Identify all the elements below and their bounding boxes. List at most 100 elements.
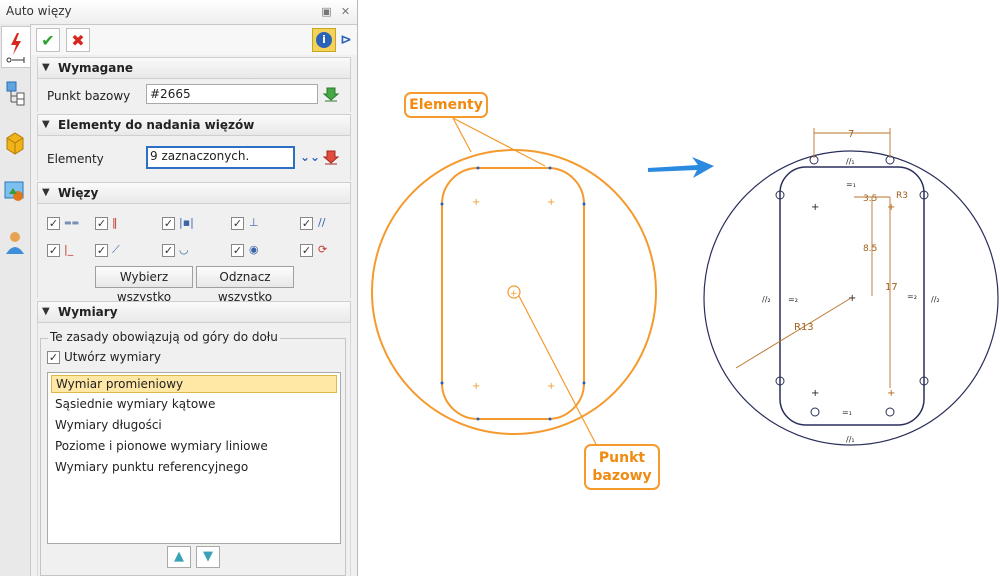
svg-text:+: + [472, 197, 480, 208]
sketch-illustration: + + + + + + + + + + 7 3.5 R3 8.5 17 R13 … [371, 117, 999, 449]
constraint-checkbox[interactable]: ✓ [95, 244, 108, 257]
base-point-callout-line1: Punkt [598, 450, 646, 466]
section-required-header[interactable]: ▼ Wymagane [37, 57, 351, 79]
svg-text:+: + [811, 202, 819, 213]
tree-structure-icon [6, 81, 25, 106]
dimension-rules-list: Wymiar promieniowy Sąsiednie wymiary kąt… [47, 372, 341, 544]
collapse-triangle-icon: ▼ [42, 119, 50, 130]
parallel-constraint-icon: // [318, 216, 326, 229]
svg-text:+: + [848, 293, 856, 304]
svg-text:+: + [811, 388, 819, 399]
section-entities-label: Elementy do nadania więzów [58, 118, 255, 132]
info-button[interactable]: i [312, 28, 336, 52]
constraint-checkbox[interactable]: ✓ [162, 244, 175, 257]
constraint-checkbox[interactable]: ✓ [231, 217, 244, 230]
create-dimensions-checkbox[interactable]: ✓ [47, 351, 60, 364]
horizontal-constraint-icon: |▪| [179, 216, 194, 229]
expand-chevron-icon[interactable]: ⌄⌄ [300, 150, 320, 164]
ok-button[interactable]: ✔ [36, 28, 60, 52]
tab-part[interactable] [1, 124, 29, 164]
select-all-button[interactable]: Wybierz wszystko [95, 266, 193, 304]
move-down-button[interactable]: ▼ [196, 546, 220, 568]
base-point-field[interactable]: #2665 [146, 84, 318, 104]
base-point-label: Punkt bazowy [47, 89, 131, 103]
rules-group-label: Te zasady obowiązują od góry do dołu [48, 330, 280, 344]
svg-text:+: + [510, 289, 518, 299]
dim-corner-radius-label: R3 [896, 191, 908, 201]
dim-half-height-label: 8.5 [863, 244, 877, 254]
panel-toolbar: ✔ ✖ i ⊳ [31, 25, 357, 55]
collapse-triangle-icon: ▼ [42, 62, 50, 73]
result-markers: + + + + + [811, 202, 895, 399]
coincident-constraint-icon: ‖ [112, 216, 118, 229]
dim-width-label: 7 [848, 129, 854, 140]
constraint-checkbox[interactable]: ✓ [47, 244, 60, 257]
close-icon[interactable]: ✕ [340, 6, 351, 17]
pick-base-point-icon[interactable] [322, 85, 340, 107]
collinear-constraint-icon: ⟋ [112, 243, 120, 256]
entities-label: Elementy [47, 152, 104, 166]
svg-text:+: + [887, 388, 895, 399]
cancel-button[interactable]: ✖ [66, 28, 90, 52]
svg-text:+: + [472, 381, 480, 392]
perpendicular-constraint-icon: ⊥ [249, 216, 259, 229]
transform-arrow-icon [648, 157, 714, 178]
base-point-callout-line2: bazowy [592, 468, 652, 484]
equal-radius-constraint-icon: ⟳ [318, 243, 328, 256]
constraint-checkbox[interactable]: ✓ [231, 244, 244, 257]
rule-item[interactable]: Sąsiednie wymiary kątowe [51, 396, 337, 414]
cube-icon [6, 132, 24, 155]
tab-structure[interactable] [1, 74, 29, 114]
concentric-constraint-icon: ◉ [249, 243, 259, 256]
section-dimensions-header[interactable]: ▼ Wymiary [37, 301, 351, 323]
parallel-symbol: //₁ [846, 435, 855, 444]
section-required-body: Punkt bazowy #2665 [37, 79, 351, 112]
dim-height-label: 17 [885, 282, 898, 293]
section-entities-header[interactable]: ▼ Elementy do nadania więzów [37, 114, 351, 136]
help-arrow-icon[interactable]: ⊳ [338, 28, 354, 52]
rule-item[interactable]: Wymiary długości [51, 417, 337, 435]
user-icon [6, 232, 24, 254]
auto-constraints-panel: Auto więzy ▣ ✕ ✔ ✖ i ⊳ ▼ Wymagane Punkt … [0, 0, 358, 576]
info-icon: i [316, 32, 332, 48]
dim-offset-label: 3.5 [863, 194, 877, 204]
tab-auto-constraints[interactable] [1, 26, 30, 68]
rule-item[interactable]: Wymiary punktu referencyjnego [51, 459, 337, 477]
equal-symbol: =₂ [907, 292, 917, 301]
rule-item[interactable]: Poziome i pionowe wymiary liniowe [51, 438, 337, 456]
constraint-checkbox[interactable]: ✓ [95, 217, 108, 230]
constraint-checkbox[interactable]: ✓ [300, 244, 313, 257]
section-dimensions-label: Wymiary [58, 305, 118, 319]
equal-symbol: =₁ [842, 408, 852, 417]
callout-leader [518, 295, 599, 449]
constraint-checkbox[interactable]: ✓ [162, 217, 175, 230]
svg-text:+: + [887, 202, 895, 213]
tab-render[interactable] [1, 174, 29, 214]
panel-titlebar: Auto więzy ▣ ✕ [0, 0, 357, 25]
section-required-label: Wymagane [58, 61, 134, 75]
constraint-checkbox[interactable]: ✓ [300, 217, 313, 230]
fix-constraint-icon: ▬▬ [64, 218, 80, 227]
panel-title: Auto więzy [6, 4, 72, 18]
section-constraints-header[interactable]: ▼ Więzy [37, 182, 351, 204]
panel-side-tabs [0, 24, 31, 576]
base-point-callout: Punkt bazowy [584, 444, 660, 490]
tab-users[interactable] [1, 224, 29, 264]
constraint-checkbox[interactable]: ✓ [47, 217, 60, 230]
svg-text:+: + [547, 197, 555, 208]
equal-symbol: =₁ [846, 180, 856, 189]
original-sketch: + + + + + [371, 149, 657, 435]
pick-entities-icon[interactable] [322, 148, 340, 170]
deselect-all-button[interactable]: Odznacz wszystko [196, 266, 294, 304]
parallel-symbol: //₂ [931, 295, 940, 304]
move-up-button[interactable]: ▲ [167, 546, 191, 568]
pin-icon[interactable]: ▣ [321, 6, 332, 17]
dim-outer-radius-label: R13 [794, 322, 814, 333]
collapse-triangle-icon: ▼ [42, 187, 50, 198]
tangent-constraint-icon: ◡ [179, 243, 189, 256]
section-constraints-label: Więzy [58, 186, 99, 200]
entities-field[interactable]: 9 zaznaczonych. [146, 146, 295, 169]
parallel-symbol: //₂ [762, 295, 771, 304]
section-entities-body: Elementy 9 zaznaczonych. ⌄⌄ [37, 136, 351, 180]
rule-item[interactable]: Wymiar promieniowy [51, 375, 337, 393]
